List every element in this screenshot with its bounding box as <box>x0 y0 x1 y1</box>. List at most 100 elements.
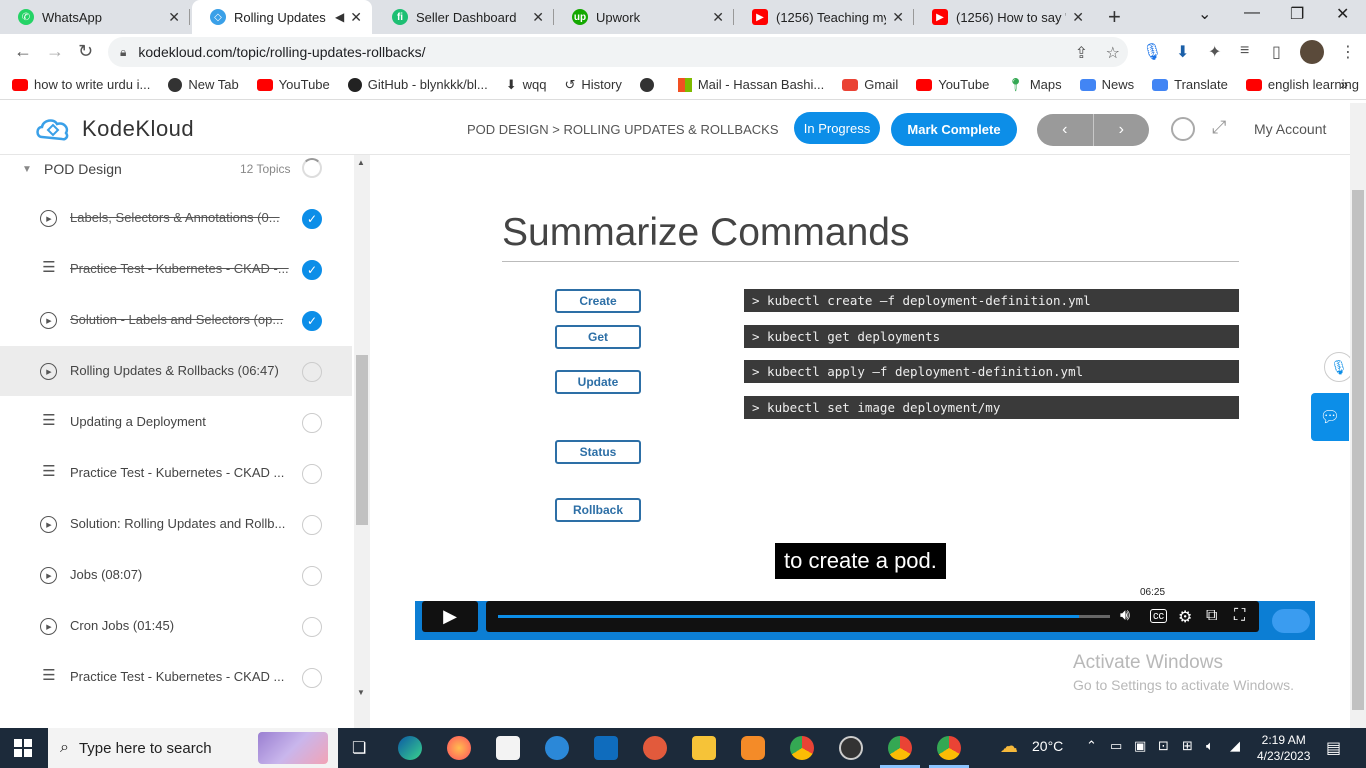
bookmark-item[interactable]: YouTube <box>916 77 989 92</box>
incomplete-status-icon[interactable] <box>302 464 322 484</box>
previous-lesson-button[interactable]: ‹ <box>1037 114 1094 146</box>
tab-upwork[interactable]: up Upwork ✕ <box>554 0 734 34</box>
voice-extension-icon[interactable]: 🎙︎ <box>1142 42 1162 62</box>
chrome-profile-icon[interactable] <box>888 736 912 760</box>
chrome-icon[interactable] <box>790 736 814 760</box>
reload-button[interactable]: ↻ <box>78 41 93 62</box>
bookmark-item[interactable]: News <box>1079 77 1134 92</box>
firefox-icon[interactable] <box>447 736 471 760</box>
sidebar-scrollbar-thumb[interactable] <box>356 355 368 525</box>
incomplete-status-icon[interactable] <box>302 362 322 382</box>
lesson-item[interactable]: ▶ Rolling Updates & Rollbacks (06:47) <box>0 346 352 396</box>
incomplete-status-icon[interactable] <box>302 668 322 688</box>
kodekloud-logo[interactable]: KodeKloud <box>34 115 194 143</box>
lesson-item[interactable]: ☰ Practice Test - Kubernetes - CKAD ... <box>0 652 352 702</box>
page-scrollbar-thumb[interactable] <box>1352 190 1364 710</box>
camera-app-icon[interactable] <box>839 736 863 760</box>
picture-in-picture-icon[interactable]: ⧉ <box>1206 607 1217 625</box>
minimize-button[interactable]: — <box>1244 4 1260 22</box>
tab-youtube-teaching[interactable]: ▶ (1256) Teaching my W ✕ <box>734 0 914 34</box>
close-tab-icon[interactable]: ✕ <box>532 9 544 26</box>
lesson-item[interactable]: ▶ Jobs (08:07) <box>0 550 352 600</box>
completed-check-icon[interactable]: ✓ <box>302 311 322 331</box>
forward-button[interactable]: → <box>46 41 64 62</box>
wifi-tray-icon[interactable]: ◢ <box>1230 738 1240 754</box>
lesson-item[interactable]: ☰ Practice Test - Kubernetes - CKAD -... ✓ <box>0 244 352 294</box>
breadcrumb[interactable]: POD DESIGN > ROLLING UPDATES & ROLLBACKS <box>467 122 779 137</box>
taskbar-search-input[interactable]: ⌕ Type here to search <box>48 728 338 768</box>
tab-youtube-how-to-say[interactable]: ▶ (1256) How to say "I d ✕ <box>914 0 1094 34</box>
close-window-button[interactable]: ✕ <box>1336 4 1349 24</box>
in-progress-button[interactable]: In Progress <box>794 112 880 144</box>
completed-check-icon[interactable]: ✓ <box>302 209 322 229</box>
settings-gear-icon[interactable]: ⚙ <box>1178 607 1192 627</box>
windows-start-icon[interactable] <box>14 739 32 757</box>
weather-temperature[interactable]: 20°C <box>1032 738 1063 754</box>
edge-icon[interactable] <box>398 736 422 760</box>
file-explorer-icon[interactable] <box>692 736 716 760</box>
bookmark-item[interactable]: Translate <box>1152 77 1228 92</box>
device-tray-icon[interactable]: ▣ <box>1134 738 1146 754</box>
lesson-item[interactable]: ▶ Cron Jobs (01:45) <box>0 601 352 651</box>
dark-mode-toggle-icon[interactable] <box>1171 117 1195 141</box>
phone-link-icon[interactable] <box>545 736 569 760</box>
media-queue-icon[interactable]: ≡ <box>1240 42 1249 60</box>
new-tab-button[interactable]: + <box>1108 4 1121 30</box>
profile-avatar[interactable] <box>1300 40 1324 64</box>
usb-tray-icon[interactable]: ⊡ <box>1158 738 1169 754</box>
chrome-profile-h-icon[interactable] <box>937 736 961 760</box>
extensions-puzzle-icon[interactable]: ✦ <box>1208 42 1221 62</box>
side-panel-icon[interactable]: ▯ <box>1272 42 1281 62</box>
bookmark-item[interactable] <box>639 77 660 92</box>
close-tab-icon[interactable]: ✕ <box>168 9 180 26</box>
progress-track[interactable] <box>498 615 1110 618</box>
close-tab-icon[interactable]: ✕ <box>1072 9 1084 26</box>
task-view-icon[interactable]: ❏ <box>352 738 366 758</box>
url-input[interactable]: 🔒︎ kodekloud.com/topic/rolling-updates-r… <box>108 37 1128 67</box>
lesson-item[interactable]: ☰ Practice Test - Kubernetes - CKAD ... <box>0 448 352 498</box>
fullscreen-expand-icon[interactable]: ⤢ <box>1212 117 1226 138</box>
scroll-down-arrow-icon[interactable]: ▼ <box>357 688 365 697</box>
lesson-item[interactable]: ▶ Labels, Selectors & Annotations (0... ✓ <box>0 193 352 243</box>
browser-menu-icon[interactable]: ⋮ <box>1340 42 1356 62</box>
tab-whatsapp[interactable]: ✆ WhatsApp ✕ <box>0 0 190 34</box>
incomplete-status-icon[interactable] <box>302 566 322 586</box>
chat-icon[interactable]: 💬︎ <box>1311 393 1349 441</box>
lesson-item[interactable]: ☰ Updating a Deployment <box>0 397 352 447</box>
snail-app-icon[interactable] <box>643 736 667 760</box>
incomplete-status-icon[interactable] <box>302 617 322 637</box>
bookmark-item[interactable]: how to write urdu i... <box>12 77 150 92</box>
tab-search-icon[interactable]: ⌄ <box>1198 4 1211 24</box>
close-tab-icon[interactable]: ✕ <box>350 9 362 26</box>
restore-button[interactable]: ❐ <box>1290 4 1304 24</box>
lesson-item[interactable]: ▶ Solution - Labels and Selectors (op... ✓ <box>0 295 352 345</box>
tab-rolling-updates[interactable]: ◇ Rolling Updates & ◀︎ ✕ <box>192 0 372 34</box>
bookmark-item[interactable]: GitHub - blynkkk/bl... <box>347 77 488 92</box>
my-account-link[interactable]: My Account <box>1254 121 1326 137</box>
close-tab-icon[interactable]: ✕ <box>712 9 724 26</box>
bookmark-item[interactable]: Mail - Hassan Bashi... <box>677 77 824 92</box>
system-clock[interactable]: 2:19 AM 4/23/2023 <box>1257 732 1310 764</box>
mute-tab-icon[interactable]: ◀︎ <box>335 10 344 24</box>
download-extension-icon[interactable]: ⬇ <box>1176 42 1189 62</box>
more-bookmarks-button[interactable]: » <box>1340 76 1348 92</box>
tab-seller-dashboard[interactable]: fi Seller Dashboard ✕ <box>374 0 554 34</box>
closed-captions-icon[interactable]: cc <box>1150 609 1167 623</box>
network-tray-icon[interactable]: ▭ <box>1110 738 1122 754</box>
close-tab-icon[interactable]: ✕ <box>892 9 904 26</box>
bookmark-item[interactable]: New Tab <box>168 77 239 92</box>
bookmark-item[interactable]: ⬇ wqq <box>506 77 547 93</box>
show-hidden-icons-icon[interactable]: ⌃ <box>1086 738 1097 754</box>
completed-check-icon[interactable]: ✓ <box>302 260 322 280</box>
incomplete-status-icon[interactable] <box>302 413 322 433</box>
fullscreen-icon[interactable]: ⛶ <box>1234 607 1245 625</box>
volume-icon[interactable]: 🔊︎ <box>1120 607 1130 625</box>
bookmark-star-icon[interactable]: ☆ <box>1106 43 1120 63</box>
next-lesson-button[interactable]: › <box>1094 114 1150 146</box>
mark-complete-button[interactable]: Mark Complete <box>891 113 1017 146</box>
play-button[interactable]: ▶ <box>422 601 478 632</box>
bookmark-item[interactable]: Gmail <box>842 77 898 92</box>
gear-app-icon[interactable] <box>741 736 765 760</box>
bookmark-item[interactable]: ↺ History <box>564 77 621 93</box>
notifications-icon[interactable]: ▤ <box>1326 738 1341 758</box>
